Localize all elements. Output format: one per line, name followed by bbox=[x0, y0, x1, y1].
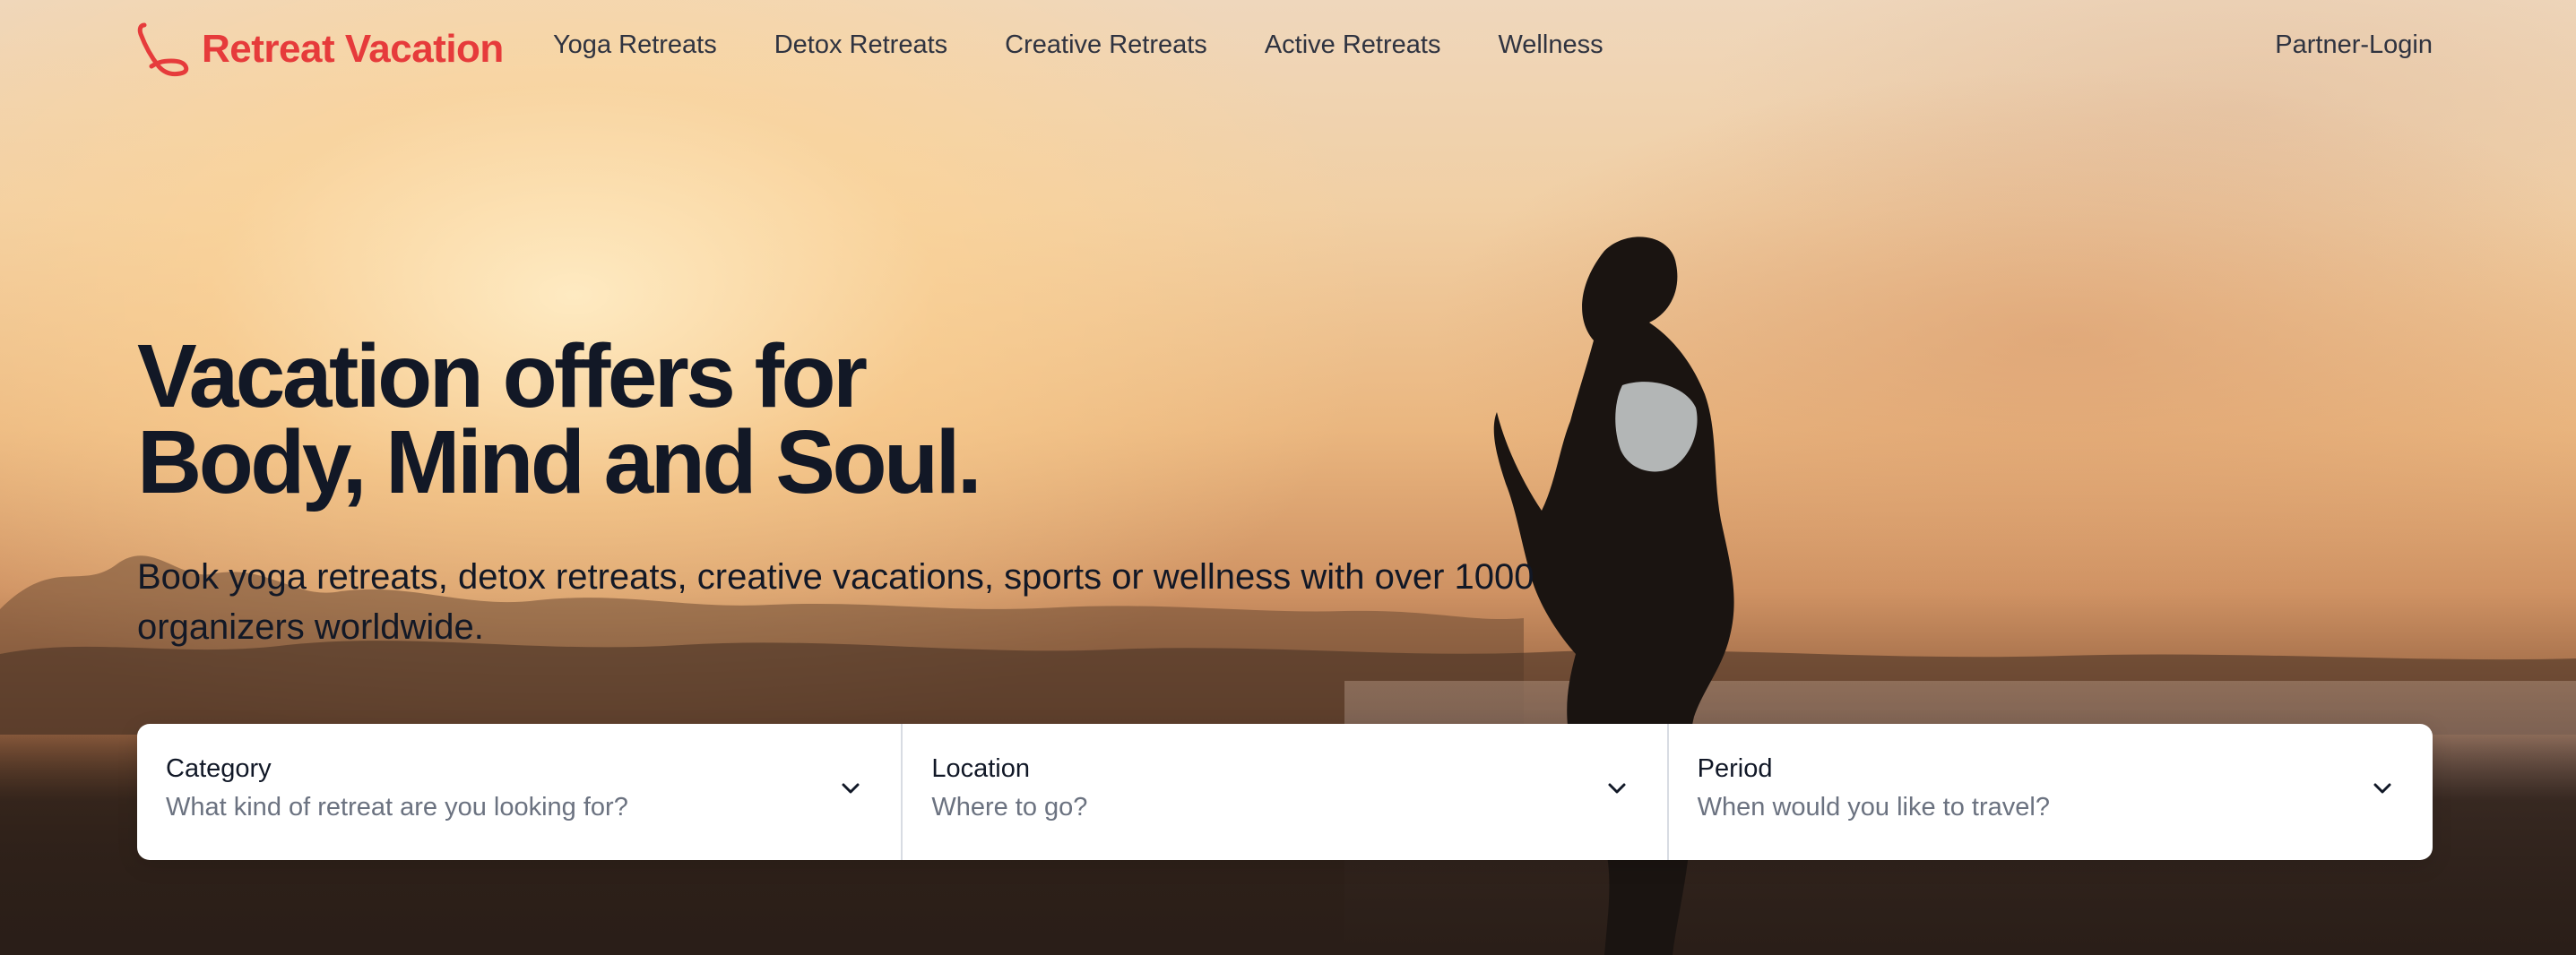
main-nav: Yoga Retreats Detox Retreats Creative Re… bbox=[553, 30, 1604, 60]
nav-item-yoga-retreats[interactable]: Yoga Retreats bbox=[553, 30, 717, 60]
top-navigation-bar: Retreat Vacation Yoga Retreats Detox Ret… bbox=[0, 0, 2576, 100]
page-title: Vacation offers for Body, Mind and Soul. bbox=[137, 326, 982, 512]
headline-line-2: Body, Mind and Soul. bbox=[137, 412, 982, 512]
nav-item-active-retreats[interactable]: Active Retreats bbox=[1265, 30, 1441, 60]
retreat-search-bar: Category What kind of retreat are you lo… bbox=[137, 724, 2433, 860]
location-placeholder: Where to go? bbox=[931, 793, 1088, 822]
nav-item-creative-retreats[interactable]: Creative Retreats bbox=[1005, 30, 1207, 60]
nav-item-detox-retreats[interactable]: Detox Retreats bbox=[774, 30, 947, 60]
hero-subline: Book yoga retreats, detox retreats, crea… bbox=[137, 557, 1534, 647]
partner-login-link[interactable]: Partner-Login bbox=[2275, 30, 2433, 60]
category-placeholder: What kind of retreat are you looking for… bbox=[166, 793, 628, 822]
period-placeholder: When would you like to travel? bbox=[1697, 793, 2050, 822]
category-label: Category bbox=[166, 754, 272, 783]
period-label: Period bbox=[1697, 754, 1773, 783]
headline-line-1: Vacation offers for bbox=[137, 326, 868, 426]
location-select[interactable]: Location Where to go? bbox=[901, 724, 1666, 860]
nav-item-wellness[interactable]: Wellness bbox=[1498, 30, 1603, 60]
chevron-down-icon[interactable] bbox=[2370, 776, 2395, 801]
location-label: Location bbox=[931, 754, 1030, 783]
hero-section: Retreat Vacation Yoga Retreats Detox Ret… bbox=[0, 0, 2576, 955]
retreat-logo-icon bbox=[137, 22, 189, 77]
category-select[interactable]: Category What kind of retreat are you lo… bbox=[137, 724, 901, 860]
brand-name: Retreat Vacation bbox=[202, 27, 504, 71]
period-select[interactable]: Period When would you like to travel? bbox=[1666, 724, 2433, 860]
chevron-down-icon[interactable] bbox=[1604, 776, 1629, 801]
chevron-down-icon[interactable] bbox=[838, 776, 863, 801]
brand-home-link[interactable]: Retreat Vacation bbox=[137, 22, 504, 77]
